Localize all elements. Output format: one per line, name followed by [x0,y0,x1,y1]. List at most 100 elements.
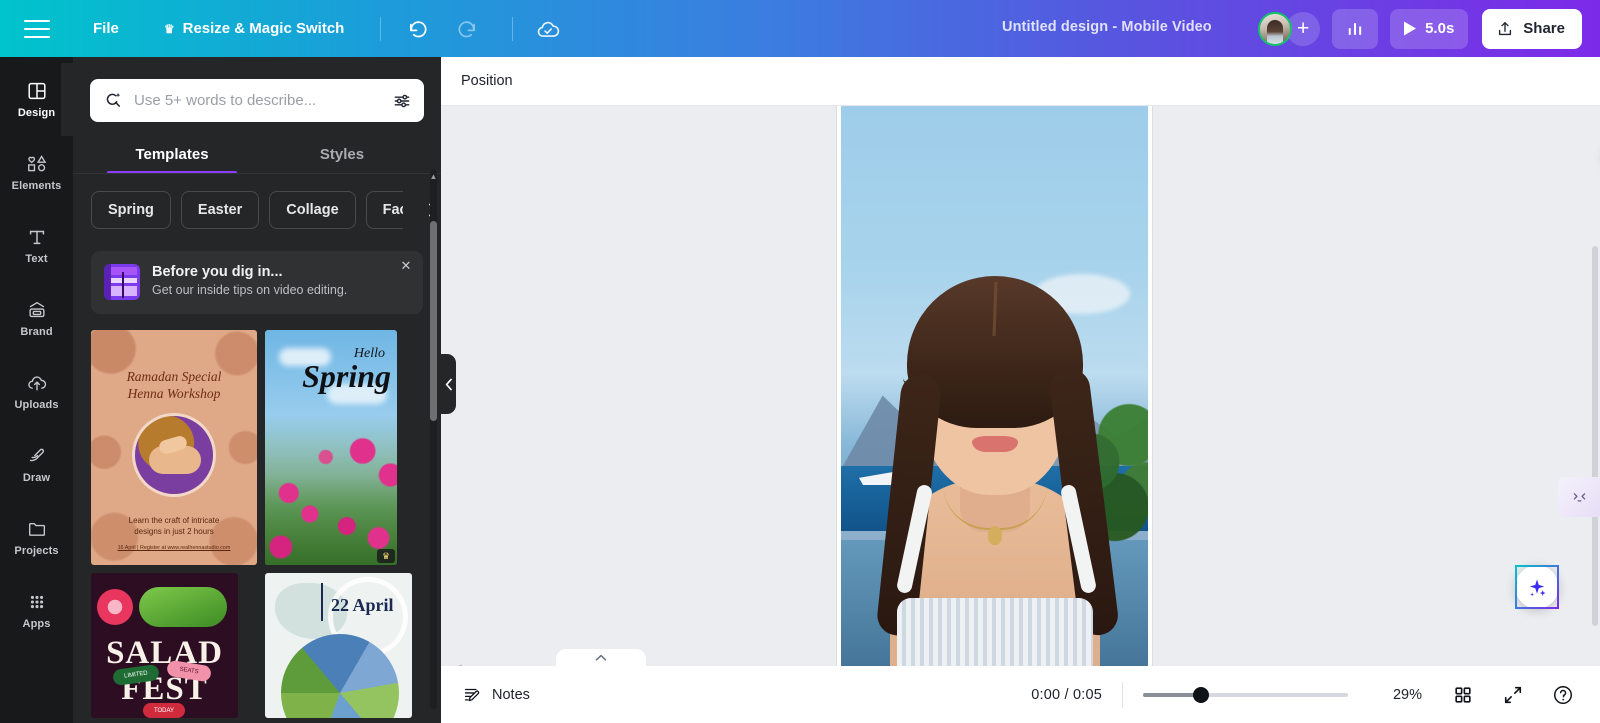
chevron-left-icon [445,378,452,390]
tab-templates[interactable]: Templates [87,138,257,174]
sidebar-item-text[interactable]: Text [0,209,73,282]
tip-card[interactable]: Before you dig in... Get our inside tips… [91,251,423,314]
search-box[interactable] [90,79,424,122]
expand-fullscreen-icon [1504,686,1522,703]
float-expand-panel[interactable] [1558,477,1600,517]
cucumber-illustration [139,587,227,627]
bar-chart-icon [1348,22,1362,35]
chip-spring[interactable]: Spring [91,191,171,229]
template-card-salad-fest[interactable]: SALAD FEST LIMITED SEATS TODAY [91,573,238,718]
design-page[interactable] [837,106,1152,672]
close-icon[interactable]: ✕ [398,258,414,274]
resize-magic-switch-button[interactable]: ♛ Resize & Magic Switch [154,14,354,43]
share-upload-icon [1499,21,1512,35]
share-label: Share [1523,20,1565,37]
chip-facebook[interactable]: Facebook [365,191,403,229]
play-preview-button[interactable]: 5.0s [1390,8,1469,49]
share-button[interactable]: Share [1482,8,1582,49]
resize-magic-switch-label: Resize & Magic Switch [182,20,345,37]
sidebar-item-label: Apps [22,618,51,630]
figure-hair-part [992,281,997,337]
sidebar-item-label: Text [25,253,48,265]
sidebar-item-uploads[interactable]: Uploads [0,355,73,428]
zoom-percent-label[interactable]: 29% [1378,687,1422,703]
play-triangle-icon [1404,21,1417,36]
add-collaborator-label: + [1296,16,1310,40]
figure-top-garment [896,598,1093,672]
position-button[interactable]: Position [461,73,513,89]
template-card-ramadan-henna[interactable]: Ramadan Special Henna Workshop Learn the… [91,330,257,565]
cloud-saved-icon [538,21,560,37]
help-button[interactable] [1544,676,1582,714]
undo-button[interactable] [399,10,437,48]
template-card-earth-day[interactable]: 22 April [265,573,412,718]
file-menu-button[interactable]: File [83,14,129,43]
cloud-save-status-button[interactable] [529,10,567,48]
sidebar-item-label: Design [17,107,56,119]
chip-label: Easter [197,202,243,218]
insights-button[interactable] [1332,8,1379,49]
woman-with-braids-beach-photo[interactable] [841,106,1148,672]
chip-collage[interactable]: Collage [269,191,356,229]
chip-easter[interactable]: Easter [180,191,260,229]
template-title-line1: Ramadan Special [126,369,222,384]
search-input[interactable] [134,92,382,109]
document-title[interactable]: Untitled design - Mobile Video [1002,19,1212,35]
left-sidebar-rail: Design Elements Text Brand Uploads Draw … [0,57,73,723]
panel-scrollbar[interactable]: ▲ [430,169,437,709]
templates-column-right: Hello Spring ♛ 22 April [265,330,412,718]
pen-icon [29,448,44,462]
main-editor-area: Position [441,57,1600,723]
redo-arrow-icon [458,21,475,38]
canvas-area[interactable]: ◀ [441,106,1600,672]
magic-studio-button[interactable] [1515,565,1559,609]
search-section [73,57,441,122]
templates-grid: Ramadan Special Henna Workshop Learn the… [73,314,441,718]
tip-subtitle: Get our inside tips on video editing. [152,283,348,297]
chip-label: Facebook [382,202,403,218]
duration-label: 5.0s [1425,20,1455,37]
template-title-line1: SALAD [106,635,223,671]
scrollbar-knob[interactable] [430,221,437,421]
timeline-expand-tab[interactable] [556,649,646,666]
folder-icon [28,522,45,536]
chip-label: Spring [108,202,154,218]
sidebar-item-label: Uploads [14,399,59,411]
tab-styles[interactable]: Styles [257,138,427,174]
canvas-vertical-scrollbar[interactable] [1592,246,1598,626]
templates-column-left: Ramadan Special Henna Workshop Learn the… [91,330,257,718]
sidebar-item-label: Elements [11,180,62,192]
sidebar-item-apps[interactable]: Apps [0,574,73,647]
redo-button[interactable] [447,10,485,48]
grid-view-button[interactable] [1444,676,1482,714]
sidebar-item-projects[interactable]: Projects [0,501,73,574]
notes-button[interactable]: Notes [463,685,530,704]
chips-scroll-right-button[interactable] [417,191,441,229]
sliders-filter-icon[interactable] [392,91,412,111]
collapse-panel-button[interactable] [441,354,456,414]
sidebar-item-label: Draw [22,472,51,484]
notes-label: Notes [492,686,530,703]
zoom-slider-fill [1143,692,1200,697]
caret-up-icon [595,654,607,661]
tip-title: Before you dig in... [152,264,283,280]
template-date-label: 22 April [331,595,394,615]
zoom-slider-handle[interactable] [1193,686,1209,703]
sidebar-item-elements[interactable]: Elements [0,136,73,209]
undo-arrow-icon [409,21,427,38]
template-footer-line2: designs in just 2 hours [134,527,214,536]
hamburger-icon[interactable] [24,19,50,38]
avatar[interactable] [1258,11,1293,46]
canva-editor-window: File ♛ Resize & Magic Switch Untitled de… [0,0,1600,723]
template-title-line2: Henna Workshop [127,386,221,401]
tab-label: Styles [319,146,365,163]
sidebar-item-design[interactable]: Design [0,63,73,136]
zoom-slider[interactable] [1143,686,1348,703]
fullscreen-button[interactable] [1494,676,1532,714]
top-toolbar-right-group: + 5.0s Share [1258,0,1582,57]
expand-corners-icon [1573,492,1585,501]
sidebar-item-draw[interactable]: Draw [0,428,73,501]
template-photo-circle [135,416,213,494]
template-card-hello-spring[interactable]: Hello Spring ♛ [265,330,397,565]
sidebar-item-brand[interactable]: Brand [0,282,73,355]
